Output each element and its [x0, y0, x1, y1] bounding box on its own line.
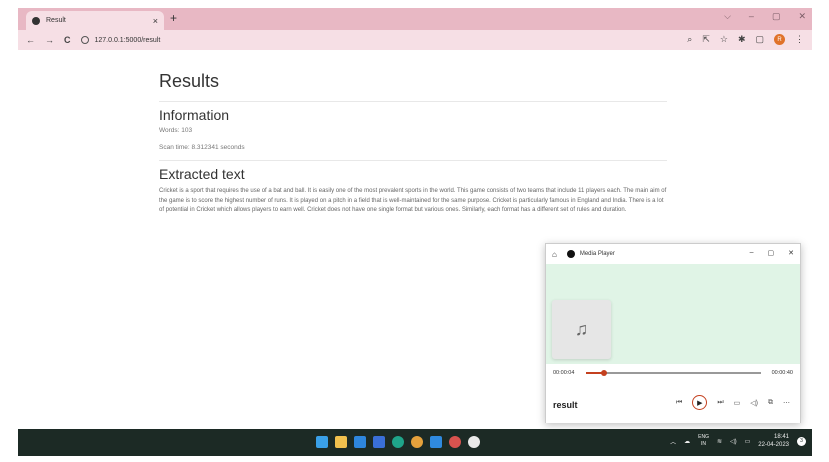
volume-tray-icon[interactable]: ◁) [730, 438, 737, 445]
chrome-profile-icon[interactable] [449, 436, 461, 448]
close-button[interactable]: ✕ [798, 11, 806, 22]
site-info-icon[interactable] [80, 36, 89, 44]
tab-title: Result [46, 17, 66, 24]
tab-search-icon[interactable]: ⌵ [724, 11, 731, 22]
system-tray: ︿ ☁ ENG IN ≋ ◁) ▭ 18:41 22-04-2023 3 [670, 433, 806, 449]
page-content: Results Information Words: 103 Scan time… [159, 66, 667, 216]
transport-buttons: ⏮ ▶ ⏭ ▭ ◁) ⧉ ⋯ [676, 395, 790, 410]
start-icon[interactable] [316, 436, 328, 448]
language-indicator[interactable]: ENG IN [698, 434, 709, 448]
menu-icon[interactable]: ⋮ [795, 34, 804, 45]
extensions-icon[interactable]: ✱ [738, 34, 746, 45]
music-note-icon: ♫ [574, 319, 589, 339]
scan-time: Scan time: 8.312341 seconds [159, 144, 245, 151]
play-button[interactable]: ▶ [692, 395, 708, 410]
seek-bar[interactable] [586, 372, 761, 374]
mp-close-button[interactable]: ✕ [788, 249, 794, 257]
playback-controls: 00:00:04 00:00:40 result ⏮ ▶ ⏭ ▭ ◁) ⧉ ⋯ [546, 364, 800, 423]
file-explorer-icon[interactable] [335, 436, 347, 448]
media-player-window-controls: – ▢ ✕ [750, 249, 794, 257]
album-art: ♫ [552, 300, 611, 359]
previous-icon[interactable]: ⏮ [676, 399, 682, 407]
clock-time: 18:41 [773, 434, 789, 440]
media-player-window: ⌂ Media Player – ▢ ✕ ♫ 00:00:04 00:00:40… [545, 243, 801, 423]
vscode-icon[interactable] [430, 436, 442, 448]
divider [159, 101, 667, 102]
maximize-button[interactable]: ▢ [772, 11, 781, 22]
photos-icon[interactable] [373, 436, 385, 448]
wifi-icon[interactable]: ≋ [717, 438, 722, 445]
address-bar[interactable]: 127.0.0.1:5000/result [80, 36, 161, 44]
url-text: 127.0.0.1:5000/result [94, 36, 161, 44]
weather-icon[interactable]: ☁ [684, 438, 690, 445]
browser-tabstrip: Result × + ⌵ – ▢ ✕ [18, 8, 812, 30]
taskbar-apps [316, 436, 480, 448]
language-code: ENG [698, 434, 709, 440]
star-icon[interactable]: ☆ [720, 34, 728, 45]
extracted-text-heading: Extracted text [159, 166, 245, 182]
media-player-titlebar: ⌂ Media Player – ▢ ✕ [546, 244, 800, 264]
clock[interactable]: 18:41 22-04-2023 [758, 433, 789, 449]
cast-icon[interactable]: ⧉ [768, 399, 773, 407]
screen: Result × + ⌵ – ▢ ✕ ← → C 127.0.0.1:5000/… [18, 8, 812, 456]
browser-tab[interactable]: Result × [26, 11, 164, 30]
more-options-icon[interactable]: ⋯ [783, 399, 790, 407]
reload-button[interactable]: C [64, 35, 71, 45]
seek-handle[interactable] [600, 369, 607, 376]
tab-close-icon[interactable]: × [153, 16, 158, 26]
information-heading: Information [159, 107, 230, 123]
window-controls: ⌵ – ▢ ✕ [724, 11, 806, 22]
media-player-app-icon [566, 250, 575, 258]
extracted-text: Cricket is a sport that requires the use… [159, 188, 667, 213]
minimize-button[interactable]: – [749, 11, 754, 22]
elapsed-time: 00:00:04 [553, 370, 575, 376]
browser-toolbar: ← → C 127.0.0.1:5000/result ⌕ ⇱ ☆ ✱ ▢ R … [18, 30, 812, 50]
favicon-icon [32, 16, 40, 25]
toolbar-actions: ⌕ ⇱ ☆ ✱ ▢ R ⋮ [687, 34, 804, 45]
back-button[interactable]: ← [26, 35, 35, 45]
chevron-up-icon[interactable]: ︿ [670, 437, 676, 446]
track-name: result [553, 400, 578, 410]
page-title: Results [159, 71, 220, 91]
mp-maximize-button[interactable]: ▢ [768, 249, 775, 257]
taskbar: ︿ ☁ ENG IN ≋ ◁) ▭ 18:41 22-04-2023 3 [18, 429, 812, 456]
divider [159, 160, 667, 161]
miniplayer-icon[interactable]: ▭ [734, 399, 741, 407]
share-icon[interactable]: ⇱ [702, 34, 710, 45]
word-count: Words: 103 [159, 127, 193, 134]
media-player-title: Media Player [579, 251, 615, 257]
profile-icon[interactable]: R [774, 34, 785, 45]
notification-badge[interactable]: 3 [797, 436, 806, 446]
new-tab-button[interactable]: + [170, 11, 177, 25]
region-code: IN [701, 441, 707, 447]
chrome-icon[interactable] [411, 436, 423, 448]
search-icon[interactable]: ⌕ [687, 34, 692, 45]
screenshot-frame: Result × + ⌵ – ▢ ✕ ← → C 127.0.0.1:5000/… [0, 0, 829, 462]
volume-icon[interactable]: ◁) [750, 399, 758, 407]
battery-icon[interactable]: ▭ [745, 438, 751, 445]
mp-minimize-button[interactable]: – [750, 249, 754, 257]
forward-button[interactable]: → [45, 35, 54, 45]
sidebar-icon[interactable]: ▢ [755, 34, 764, 45]
home-icon[interactable]: ⌂ [552, 250, 557, 259]
total-duration: 00:00:40 [771, 370, 793, 376]
mail-icon[interactable] [354, 436, 366, 448]
next-icon[interactable]: ⏭ [717, 399, 723, 407]
album-art-area: ♫ [546, 264, 800, 364]
edge-icon[interactable] [392, 436, 404, 448]
clock-date: 22-04-2023 [758, 442, 789, 448]
media-player-icon[interactable] [468, 436, 480, 448]
